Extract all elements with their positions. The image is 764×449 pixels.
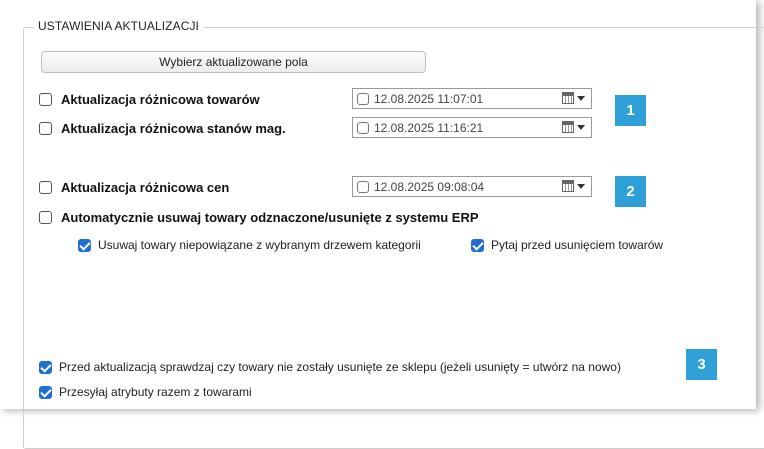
products-date-checkbox[interactable] <box>357 92 369 105</box>
stock-date-checkbox[interactable] <box>357 121 369 134</box>
calendar-icon <box>562 92 574 104</box>
products-update-datetime[interactable]: 12.08.2025 11:07:01 <box>352 88 592 109</box>
calendar-icon <box>562 121 574 133</box>
check-deleted-checkbox[interactable] <box>39 360 52 374</box>
price-update-datetime[interactable]: 12.08.2025 09:08:04 <box>352 176 592 197</box>
ask-before-delete-checkbox[interactable] <box>471 238 484 252</box>
auto-delete-label: Automatycznie usuwaj towary odznaczone/u… <box>61 210 479 225</box>
price-date-checkbox[interactable] <box>357 180 369 193</box>
chevron-down-icon <box>577 95 585 101</box>
send-attributes-label: Przesyłaj atrybuty razem z towarami <box>59 385 252 399</box>
products-date-value: 12.08.2025 11:07:01 <box>374 91 484 106</box>
price-update-label: Aktualizacja różnicowa cen <box>61 180 230 195</box>
stock-update-datetime[interactable]: 12.08.2025 11:16:21 <box>352 117 592 138</box>
auto-delete-row: Automatycznie usuwaj towary odznaczone/u… <box>39 210 479 225</box>
price-date-picker[interactable] <box>562 180 585 192</box>
price-update-checkbox[interactable] <box>39 181 52 194</box>
stock-update-row: Aktualizacja różnicowa stanów mag. <box>39 121 286 136</box>
send-attributes-row: Przesyłaj atrybuty razem z towarami <box>39 385 252 399</box>
chevron-down-icon <box>577 124 585 130</box>
send-attributes-checkbox[interactable] <box>39 385 52 399</box>
stock-update-label: Aktualizacja różnicowa stanów mag. <box>61 121 286 136</box>
update-settings-panel: USTAWIENIA AKTUALIZACJI Wybierz aktualiz… <box>0 0 764 449</box>
remove-unlinked-row: Usuwaj towary niepowiązane z wybranym dr… <box>78 238 421 252</box>
stock-update-checkbox[interactable] <box>39 122 52 135</box>
badge-1: 1 <box>615 95 646 126</box>
products-update-label: Aktualizacja różnicowa towarów <box>61 92 260 107</box>
calendar-icon <box>562 180 574 192</box>
badge-2: 2 <box>615 176 646 207</box>
products-update-checkbox[interactable] <box>39 93 52 106</box>
stock-date-picker[interactable] <box>562 121 585 133</box>
select-fields-button[interactable]: Wybierz aktualizowane pola <box>41 51 426 73</box>
price-date-value: 12.08.2025 09:08:04 <box>374 179 485 194</box>
remove-unlinked-checkbox[interactable] <box>78 238 91 252</box>
ask-before-delete-row: Pytaj przed usunięciem towarów <box>471 238 663 252</box>
chevron-down-icon <box>577 183 585 189</box>
remove-unlinked-label: Usuwaj towary niepowiązane z wybranym dr… <box>98 238 421 252</box>
badge-3: 3 <box>686 349 717 380</box>
auto-delete-checkbox[interactable] <box>39 211 52 224</box>
check-deleted-row: Przed aktualizacją sprawdzaj czy towary … <box>39 360 621 374</box>
check-deleted-label: Przed aktualizacją sprawdzaj czy towary … <box>59 360 621 374</box>
price-update-row: Aktualizacja różnicowa cen <box>39 180 229 195</box>
stock-date-value: 12.08.2025 11:16:21 <box>374 120 484 135</box>
ask-before-delete-label: Pytaj przed usunięciem towarów <box>491 238 664 252</box>
group-title: USTAWIENIA AKTUALIZACJI <box>34 19 203 33</box>
products-update-row: Aktualizacja różnicowa towarów <box>39 92 260 107</box>
products-date-picker[interactable] <box>562 92 585 104</box>
